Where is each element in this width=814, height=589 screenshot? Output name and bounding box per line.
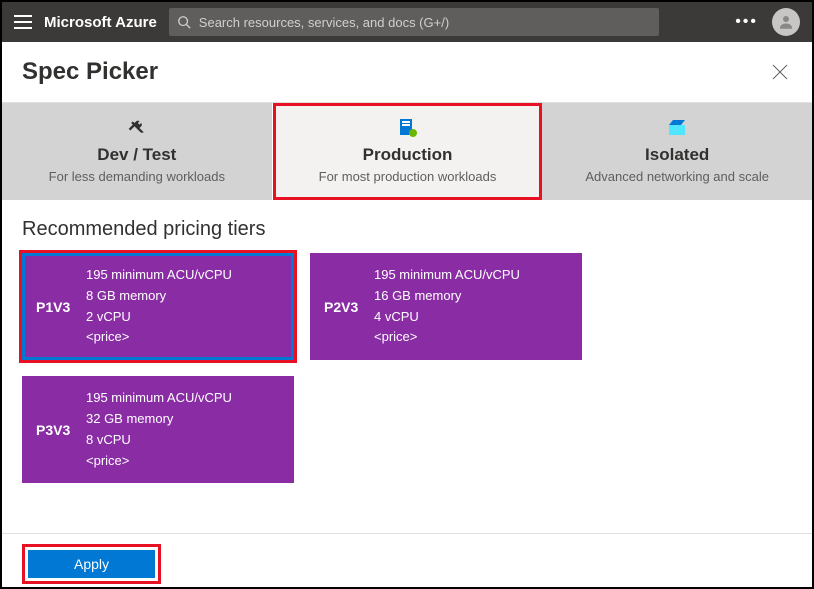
- brand-label: Microsoft Azure: [44, 14, 157, 31]
- tier-price: <price>: [86, 327, 232, 348]
- tier-specs: 195 minimum ACU/vCPU 32 GB memory 8 vCPU…: [86, 388, 232, 471]
- tab-production[interactable]: Production For most production workloads: [273, 103, 543, 200]
- close-button[interactable]: [768, 60, 792, 84]
- user-icon: [777, 13, 795, 31]
- tier-name: P1V3: [36, 265, 86, 348]
- portal-topbar: Microsoft Azure •••: [2, 2, 812, 42]
- page-title: Spec Picker: [22, 58, 158, 86]
- search-icon: [177, 15, 191, 29]
- tier-card-p3v3[interactable]: P3V3 195 minimum ACU/vCPU 32 GB memory 8…: [22, 376, 294, 483]
- tier-price: <price>: [374, 327, 520, 348]
- more-actions-icon[interactable]: •••: [735, 13, 758, 31]
- tier-card-p1v3[interactable]: P1V3 195 minimum ACU/vCPU 8 GB memory 2 …: [22, 253, 294, 360]
- cube-icon: [668, 117, 686, 139]
- tier-mem: 16 GB memory: [374, 286, 520, 307]
- tier-specs: 195 minimum ACU/vCPU 8 GB memory 2 vCPU …: [86, 265, 232, 348]
- tier-mem: 8 GB memory: [86, 286, 232, 307]
- tier-vcpu: 2 vCPU: [86, 307, 232, 328]
- apply-highlight: Apply: [22, 544, 161, 584]
- tier-acu: 195 minimum ACU/vCPU: [86, 388, 232, 409]
- tier-specs: 195 minimum ACU/vCPU 16 GB memory 4 vCPU…: [374, 265, 520, 348]
- tab-name: Production: [363, 145, 453, 165]
- search-input[interactable]: [199, 15, 651, 30]
- apply-button[interactable]: Apply: [28, 550, 155, 578]
- tier-acu: 195 minimum ACU/vCPU: [374, 265, 520, 286]
- tier-price: <price>: [86, 451, 232, 472]
- tab-desc: Advanced networking and scale: [585, 169, 769, 184]
- tab-name: Dev / Test: [97, 145, 176, 165]
- tier-name: P2V3: [324, 265, 374, 348]
- blade-content: Dev / Test For less demanding workloads …: [2, 102, 812, 587]
- tab-isolated[interactable]: Isolated Advanced networking and scale: [542, 103, 812, 200]
- menu-icon[interactable]: [14, 15, 32, 29]
- global-search[interactable]: [169, 8, 659, 36]
- avatar[interactable]: [772, 8, 800, 36]
- tier-acu: 195 minimum ACU/vCPU: [86, 265, 232, 286]
- tier-grid: P1V3 195 minimum ACU/vCPU 8 GB memory 2 …: [22, 253, 792, 483]
- tier-vcpu: 4 vCPU: [374, 307, 520, 328]
- tier-mem: 32 GB memory: [86, 409, 232, 430]
- recommended-section: Recommended pricing tiers P1V3 195 minim…: [2, 200, 812, 483]
- tab-desc: For most production workloads: [319, 169, 497, 184]
- tools-icon: [127, 117, 147, 139]
- tier-vcpu: 8 vCPU: [86, 430, 232, 451]
- workload-tabs: Dev / Test For less demanding workloads …: [2, 102, 812, 200]
- tier-card-p2v3[interactable]: P2V3 195 minimum ACU/vCPU 16 GB memory 4…: [310, 253, 582, 360]
- tab-dev-test[interactable]: Dev / Test For less demanding workloads: [2, 103, 273, 200]
- tab-desc: For less demanding workloads: [49, 169, 225, 184]
- blade-footer: Apply: [2, 533, 812, 587]
- section-title: Recommended pricing tiers: [22, 218, 792, 241]
- server-icon: [399, 117, 417, 139]
- tab-name: Isolated: [645, 145, 709, 165]
- tier-name: P3V3: [36, 388, 86, 471]
- close-icon: [772, 64, 788, 80]
- blade-header: Spec Picker: [2, 42, 812, 102]
